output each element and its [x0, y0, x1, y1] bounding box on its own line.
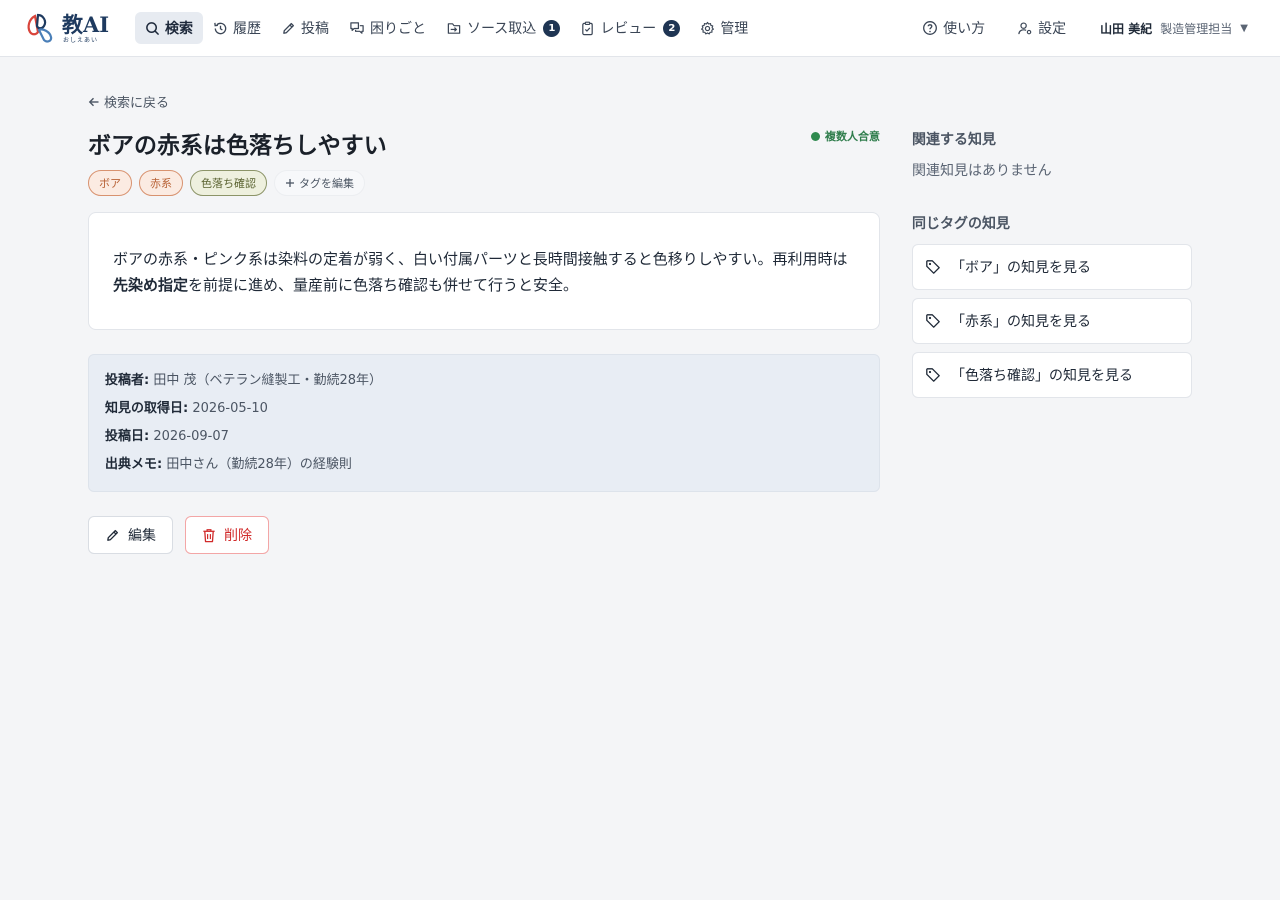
help-circle-icon	[923, 21, 938, 35]
nav-source-import[interactable]: ソース取込 1	[436, 12, 570, 44]
same-tag-link-label: 「ボア」の知見を見る	[951, 260, 1091, 276]
action-buttons: 編集 削除	[88, 516, 269, 554]
back-link-label: 検索に戻る	[104, 96, 170, 111]
nav-review[interactable]: レビュー 2	[570, 12, 690, 44]
settings-link[interactable]: 設定	[1007, 12, 1076, 44]
arrow-left-icon	[88, 97, 99, 106]
edit-tags-label: タグを編集	[299, 177, 354, 190]
nav-label: 困りごと	[370, 21, 426, 37]
nav-label: 履歴	[233, 21, 261, 37]
source-import-count-badge: 1	[543, 19, 561, 37]
status-dot-icon	[811, 131, 820, 141]
meta-poster: 投稿者: 田中 茂（ベテラン縫製工・勤続28年）	[105, 371, 863, 399]
consensus-label: 複数人合意	[825, 130, 880, 143]
edit-button-label: 編集	[128, 528, 156, 544]
meta-key: 出典メモ:	[105, 457, 163, 472]
logo-subtext: おしえあい	[63, 37, 99, 44]
consensus-status-badge: 複数人合意	[811, 128, 880, 144]
chat-icon	[350, 21, 364, 34]
meta-key: 知見の取得日:	[105, 401, 189, 416]
delete-button[interactable]: 削除	[185, 516, 269, 554]
help-label: 使い方	[943, 21, 986, 37]
top-navigation-bar: 教AI おしえあい 検索 履歴 投稿 困りごと ソース取込 1 レビュー 2 管…	[0, 0, 1280, 57]
meta-posted-date: 投稿日: 2026-09-07	[105, 427, 863, 455]
meta-key: 投稿者:	[105, 373, 150, 388]
tag-icon	[926, 260, 940, 274]
tag-icon	[926, 314, 940, 328]
metadata-panel: 投稿者: 田中 茂（ベテラン縫製工・勤続28年） 知見の取得日: 2026-05…	[88, 354, 880, 492]
help-link[interactable]: 使い方	[912, 12, 995, 44]
nav-label: 投稿	[301, 21, 329, 37]
nav-label: レビュー	[600, 21, 657, 37]
nav-troubles[interactable]: 困りごと	[339, 12, 436, 44]
nav-label: ソース取込	[467, 21, 537, 37]
meta-acquired-date: 知見の取得日: 2026-05-10	[105, 399, 863, 427]
plus-icon	[286, 179, 294, 187]
nav-admin[interactable]: 管理	[690, 12, 758, 44]
nav-search[interactable]: 検索	[135, 12, 203, 44]
meta-value: 田中さん（勤続28年）の経験則	[166, 457, 352, 472]
user-menu[interactable]: 山田 美紀 製造管理担当 ▼	[1100, 20, 1248, 37]
clipboard-check-icon	[582, 21, 594, 35]
back-to-search-link[interactable]: 検索に戻る	[88, 92, 169, 111]
history-icon	[214, 22, 227, 34]
delete-button-label: 削除	[224, 528, 252, 544]
edit-button[interactable]: 編集	[88, 516, 173, 554]
nav-label: 管理	[720, 21, 749, 37]
body-text-part: ボアの赤系・ピンク系は染料の定着が弱く、白い付属パーツと長時間接触すると色移りし…	[113, 250, 848, 268]
main-nav: 検索 履歴 投稿 困りごと ソース取込 1 レビュー 2 管理	[135, 12, 758, 44]
body-text-part: を前提に進め、量産前に色落ち確認も併せて行うと安全。	[188, 276, 579, 294]
nav-history[interactable]: 履歴	[203, 12, 271, 44]
pencil-icon	[107, 529, 119, 541]
related-knowledge-heading: 関連する知見	[912, 132, 996, 148]
meta-value: 田中 茂（ベテラン縫製工・勤続28年）	[153, 373, 383, 388]
body-text-emphasis: 先染め指定	[113, 276, 189, 294]
meta-key: 投稿日:	[105, 429, 150, 444]
knowledge-body-card: ボアの赤系・ピンク系は染料の定着が弱く、白い付属パーツと長時間接触すると色移りし…	[88, 212, 880, 330]
same-tag-link-label: 「赤系」の知見を見る	[951, 314, 1091, 330]
review-count-badge: 2	[663, 19, 681, 37]
chevron-down-icon: ▼	[1240, 22, 1248, 34]
gear-icon	[701, 21, 715, 34]
nav-post[interactable]: 投稿	[271, 12, 339, 44]
meta-value: 2026-05-10	[192, 401, 268, 416]
import-icon	[447, 22, 461, 34]
edit-tags-button[interactable]: タグを編集	[274, 170, 365, 196]
meta-value: 2026-09-07	[153, 429, 229, 444]
same-tag-link[interactable]: 「ボア」の知見を見る	[912, 244, 1192, 290]
nav-label: 検索	[165, 21, 193, 37]
tag-chip[interactable]: 色落ち確認	[190, 170, 267, 196]
tag-list: ボア 赤系 色落ち確認 タグを編集	[88, 170, 372, 196]
same-tag-link[interactable]: 「色落ち確認」の知見を見る	[912, 352, 1192, 398]
trash-icon	[203, 528, 215, 542]
user-settings-icon	[1018, 21, 1032, 34]
app-logo[interactable]: 教AI おしえあい	[26, 12, 109, 44]
user-role: 製造管理担当	[1160, 21, 1233, 36]
user-name: 山田 美紀	[1100, 21, 1153, 36]
pencil-icon	[283, 22, 295, 34]
header-right: 使い方 設定 山田 美紀 製造管理担当 ▼	[912, 12, 1280, 44]
logo-mark-icon	[27, 13, 53, 43]
logo-text: 教AI	[62, 12, 110, 37]
tag-chip[interactable]: 赤系	[139, 170, 183, 196]
settings-label: 設定	[1038, 21, 1067, 37]
knowledge-body-text: ボアの赤系・ピンク系は染料の定着が弱く、白い付属パーツと長時間接触すると色移りし…	[113, 246, 855, 298]
same-tag-link-label: 「色落ち確認」の知見を見る	[951, 368, 1133, 384]
related-knowledge-empty: 関連知見はありません	[912, 163, 1052, 179]
tag-chip[interactable]: ボア	[88, 170, 132, 196]
same-tag-heading: 同じタグの知見	[912, 216, 1010, 232]
tag-icon	[926, 368, 940, 382]
same-tag-link[interactable]: 「赤系」の知見を見る	[912, 298, 1192, 344]
page-title: ボアの赤系は色落ちしやすい	[88, 133, 387, 159]
meta-source-memo: 出典メモ: 田中さん（勤続28年）の経験則	[105, 455, 863, 483]
search-icon	[146, 21, 159, 35]
